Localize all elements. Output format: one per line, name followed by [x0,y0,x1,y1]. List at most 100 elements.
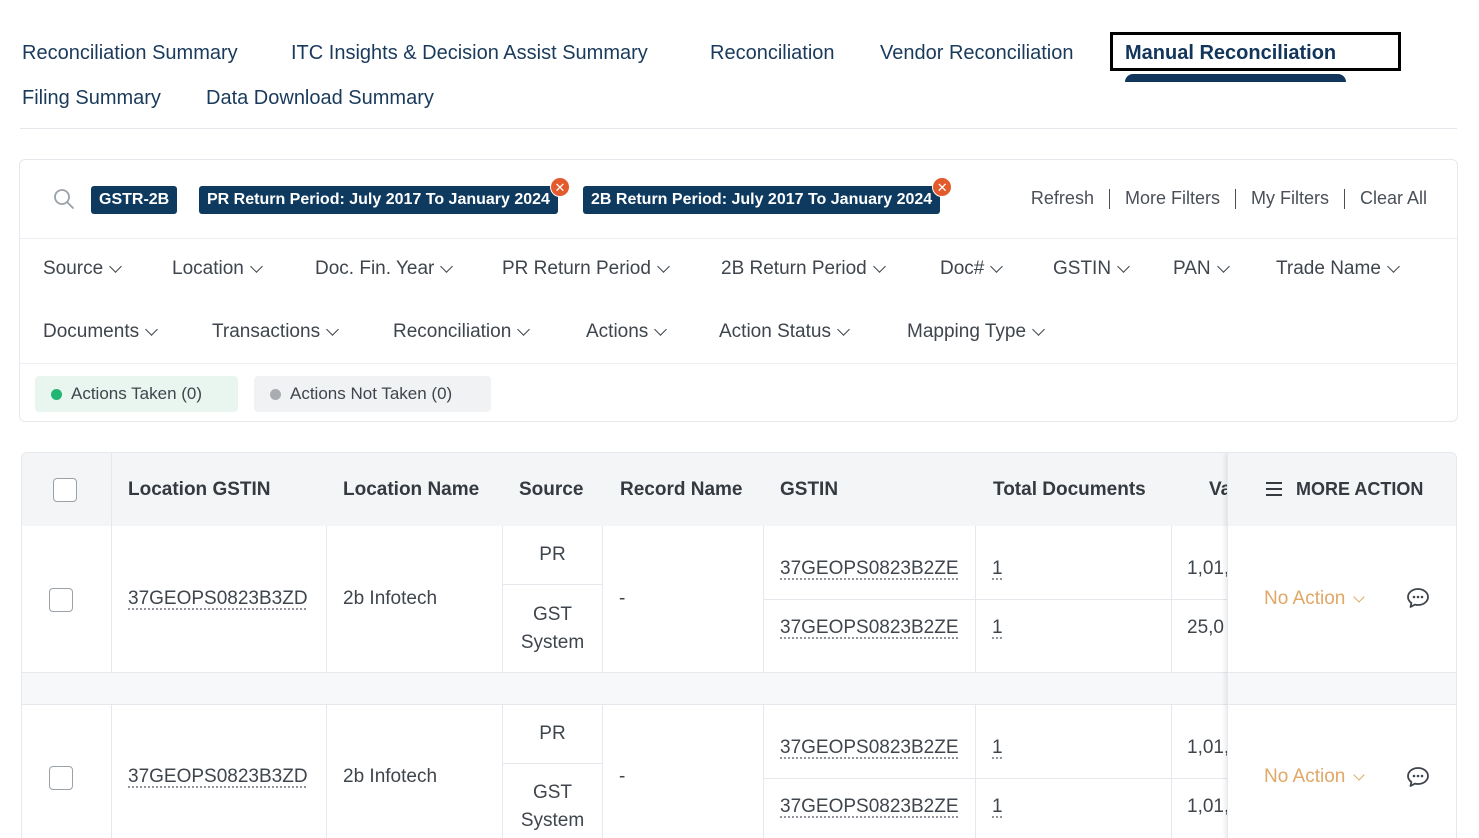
dropdown-location[interactable]: Location [172,258,263,280]
dropdown-action-status[interactable]: Action Status [719,321,850,343]
action-dropdown[interactable]: No Action [1264,588,1365,610]
total-documents-link[interactable]: 1 [992,558,1003,580]
dropdown-label: PR Return Period [502,258,651,279]
location-gstin-link[interactable]: 37GEOPS0823B3ZD [128,588,308,610]
dropdown-label: Location [172,258,244,279]
row-checkbox[interactable] [49,766,73,790]
status-dot-icon [270,388,281,400]
row-divider [502,763,602,764]
dropdown-gstin[interactable]: GSTIN [1053,258,1130,280]
dropdown-label: Actions [586,321,649,342]
gstin-link[interactable]: 37GEOPS0823B2ZE [780,617,959,639]
chevron-down-icon [1117,260,1130,273]
chevron-down-icon [109,260,123,273]
tabs-divider [20,128,1457,129]
total-documents-link[interactable]: 1 [992,737,1003,759]
chevron-down-icon [1387,260,1400,273]
refresh-button[interactable]: Refresh [1031,188,1094,209]
column-divider [602,704,603,838]
dropdown-trade-name[interactable]: Trade Name [1276,258,1400,280]
col-total-documents[interactable]: Total Documents [993,453,1146,526]
dropdown-label: Source [43,258,104,279]
gstin-link[interactable]: 37GEOPS0823B2ZE [780,558,959,580]
dropdown-label: Trade Name [1276,258,1381,279]
record-name: - [619,588,626,609]
chevron-down-icon [517,323,531,336]
dropdown-documents[interactable]: Documents [43,321,158,343]
total-documents-link[interactable]: 1 [992,796,1003,818]
tab-vendor-reconciliation[interactable]: Vendor Reconciliation [880,41,1073,65]
gstin-link[interactable]: 37GEOPS0823B2ZE [780,737,959,759]
location-gstin-link[interactable]: 37GEOPS0823B3ZD [128,766,308,788]
col-location-name[interactable]: Location Name [343,453,479,526]
column-divider [326,704,327,838]
chevron-down-icon [837,323,850,336]
filter-chip-gstr2b: GSTR-2B [91,186,178,214]
row-divider [763,778,1227,779]
action-dropdown-label: No Action [1264,588,1346,609]
tab-itc-insights[interactable]: ITC Insights & Decision Assist Summary [291,41,648,65]
col-record-name[interactable]: Record Name [620,453,743,526]
col-location-gstin[interactable]: Location GSTIN [128,453,271,526]
dropdown-doc-fin-year[interactable]: Doc. Fin. Year [315,258,454,280]
menu-icon [1266,482,1282,496]
applied-filters-row: GSTR-2B PR Return Period: July 2017 To J… [20,160,1457,239]
chat-icon[interactable] [1406,587,1430,609]
dropdown-pr-return-period[interactable]: PR Return Period [502,258,670,280]
column-divider [1171,704,1172,838]
tab-filing-summary[interactable]: Filing Summary [22,86,161,110]
pill-actions-taken[interactable]: Actions Taken (0) [35,376,238,412]
close-icon[interactable]: ✕ [932,177,953,197]
dropdown-label: Documents [43,321,140,342]
filter-chip-pr-return-period: PR Return Period: July 2017 To January 2… [199,177,570,214]
active-tab-highlight [1110,32,1401,71]
tab-data-download-summary[interactable]: Data Download Summary [206,86,434,110]
close-icon[interactable]: ✕ [549,177,570,197]
col-gstin[interactable]: GSTIN [780,453,838,526]
dropdown-source[interactable]: Source [43,258,123,280]
dropdown-mapping-type[interactable]: Mapping Type [907,321,1045,343]
dropdown-reconciliation[interactable]: Reconciliation [393,321,531,343]
more-action-label: MORE ACTION [1296,479,1424,499]
divider [1108,188,1110,209]
chevron-down-icon [440,260,454,273]
column-divider [763,704,764,838]
row-divider [763,599,1227,600]
dropdown-actions[interactable]: Actions [586,321,668,343]
total-documents-link[interactable]: 1 [992,617,1003,639]
source-label: PR [539,544,566,565]
action-status-pills: Actions Taken (0) Actions Not Taken (0) [20,363,1457,423]
tab-reconciliation[interactable]: Reconciliation [710,41,835,65]
dropdown-2b-return-period[interactable]: 2B Return Period [721,258,886,280]
clear-all-button[interactable]: Clear All [1360,188,1427,209]
filter-chip-label: GSTR-2B [99,191,170,208]
search-icon[interactable] [52,187,76,211]
tab-bar: Reconciliation Summary ITC Insights & De… [0,0,1479,130]
my-filters-button[interactable]: My Filters [1251,188,1329,209]
more-filters-button[interactable]: More Filters [1125,188,1220,209]
source-label: GST System [520,604,585,653]
filter-panel: GSTR-2B PR Return Period: July 2017 To J… [19,159,1458,422]
col-source[interactable]: Source [519,453,583,526]
more-action-header[interactable]: MORE ACTION [1228,453,1456,526]
dropdown-transactions[interactable]: Transactions [212,321,339,343]
gstin-link[interactable]: 37GEOPS0823B2ZE [780,796,959,818]
row-checkbox[interactable] [49,588,73,612]
divider [1343,188,1345,209]
tab-reconciliation-summary[interactable]: Reconciliation Summary [22,41,238,65]
column-divider [326,526,327,672]
dropdown-pan[interactable]: PAN [1173,258,1230,280]
select-all-checkbox[interactable] [53,478,77,502]
action-dropdown[interactable]: No Action [1264,766,1365,788]
col-value[interactable]: Va [1209,453,1227,526]
reconciliation-table: Location GSTIN Location Name Source Reco… [21,452,1457,838]
pill-actions-not-taken[interactable]: Actions Not Taken (0) [254,376,491,412]
row-divider [502,584,602,585]
column-divider [602,526,603,672]
chat-icon[interactable] [1406,766,1430,788]
location-name: 2b Infotech [343,766,438,787]
dropdown-label: Action Status [719,321,831,342]
dropdown-doc-number[interactable]: Doc# [940,258,1004,280]
record-name: - [619,766,626,787]
dropdown-label: Doc# [940,258,985,279]
